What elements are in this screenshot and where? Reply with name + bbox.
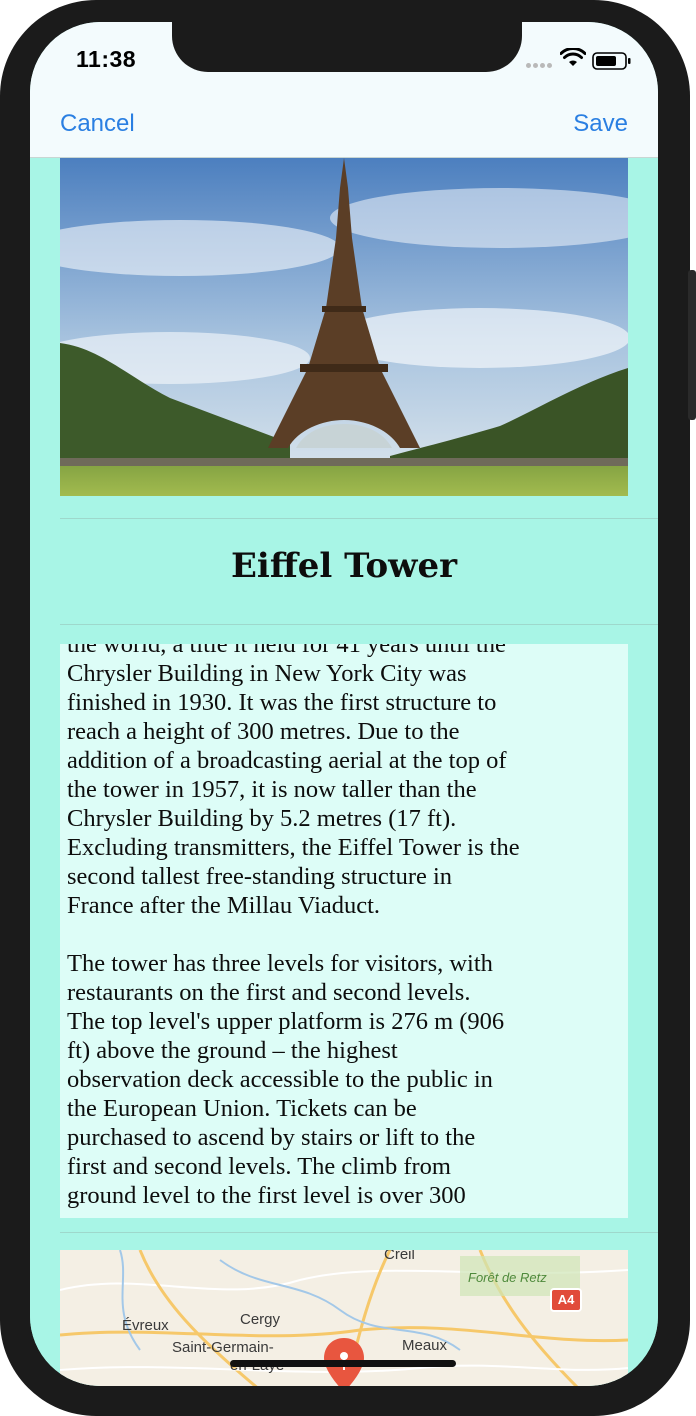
home-indicator[interactable] xyxy=(230,1360,456,1367)
status-time: 11:38 xyxy=(76,46,137,72)
map-label-creil: Creil xyxy=(384,1250,415,1263)
map-label-cergy: Cergy xyxy=(240,1311,281,1328)
wifi-icon xyxy=(560,48,586,66)
signal-icon xyxy=(526,55,558,68)
notch xyxy=(172,22,522,72)
navigation-bar: Cancel Save xyxy=(30,100,658,158)
description-text: the world, a title it held for 41 years … xyxy=(67,644,520,1209)
place-title: Eiffel Tower xyxy=(230,546,457,586)
device-frame: 11:38 Cancel Save Eiffel Tower the world… xyxy=(0,0,696,1416)
content-area: Eiffel Tower the world, a title it held … xyxy=(30,158,658,1386)
cancel-button[interactable]: Cancel xyxy=(60,110,135,138)
description-divider xyxy=(60,1232,658,1233)
map-label-saint-germain: Saint-Germain- xyxy=(172,1339,274,1356)
save-button[interactable]: Save xyxy=(573,110,628,138)
map-label-foret: Forêt de Retz xyxy=(468,1270,547,1285)
battery-icon xyxy=(592,52,631,70)
map-label-meaux: Meaux xyxy=(402,1337,448,1354)
photo-divider xyxy=(60,518,658,519)
place-photo[interactable] xyxy=(60,158,628,496)
road-badge: A4 xyxy=(550,1288,582,1312)
title-divider xyxy=(60,624,658,625)
side-button xyxy=(688,270,696,420)
map-label-evreux: Évreux xyxy=(122,1317,169,1334)
screen: 11:38 Cancel Save Eiffel Tower the world… xyxy=(30,22,658,1386)
description-text-view[interactable]: the world, a title it held for 41 years … xyxy=(60,644,628,1218)
